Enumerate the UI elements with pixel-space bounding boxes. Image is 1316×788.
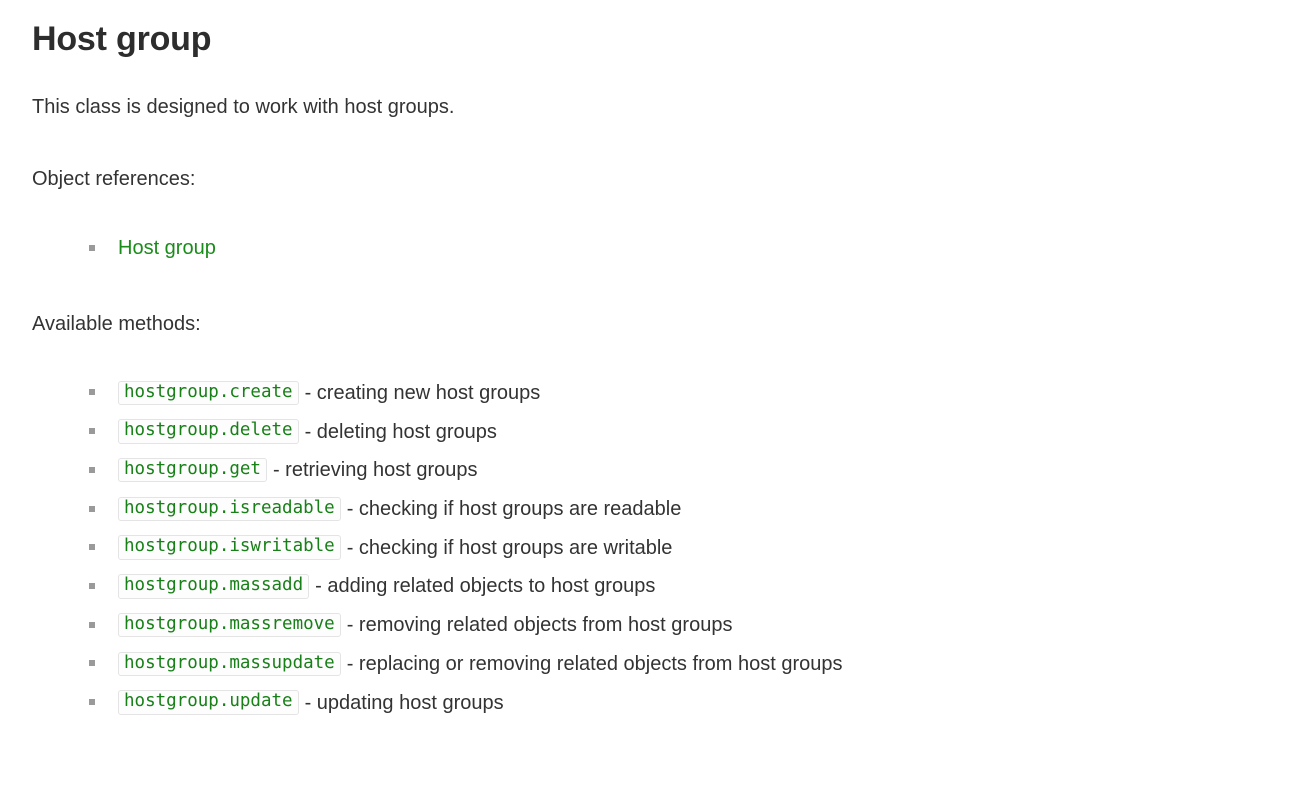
method-code-chip[interactable]: hostgroup.massupdate	[118, 651, 341, 677]
list-item: hostgroup.delete - deleting host groups	[32, 412, 1284, 451]
square-bullet-icon	[89, 505, 95, 512]
square-bullet-icon	[89, 621, 95, 628]
square-bullet-icon	[89, 245, 95, 252]
list-item: hostgroup.isreadable - checking if host g…	[32, 489, 1284, 528]
list-item: hostgroup.create - creating new host grou…	[32, 373, 1284, 412]
list-item: hostgroup.massadd - adding related object…	[32, 567, 1284, 606]
list-item: hostgroup.massremove - removing related o…	[32, 605, 1284, 644]
method-description: - creating new host groups	[304, 381, 541, 404]
square-bullet-icon	[89, 389, 95, 396]
intro-paragraph: This class is designed to work with host…	[32, 96, 455, 119]
method-code-chip[interactable]: hostgroup.iswritable	[118, 535, 341, 560]
object-references-list: Host group	[32, 193, 1284, 267]
page-title: Host group	[32, 20, 212, 58]
method-code-chip[interactable]: hostgroup.create	[118, 380, 299, 406]
method-code-chip[interactable]: hostgroup.massremove	[118, 612, 341, 638]
square-bullet-icon	[89, 466, 95, 473]
method-description: - updating host groups	[304, 691, 504, 714]
documentation-page: Host group This class is designed to wor…	[0, 0, 1316, 722]
list-item: hostgroup.iswritable - checking if host g…	[32, 528, 1284, 567]
square-bullet-icon	[89, 699, 95, 706]
square-bullet-icon	[89, 544, 95, 551]
method-description: - replacing or removing related objects …	[346, 652, 843, 675]
method-description: - deleting host groups	[304, 420, 497, 443]
available-methods-list: hostgroup.create - creating new host grou…	[32, 338, 1284, 721]
square-bullet-icon	[89, 428, 95, 435]
method-description: - checking if host groups are writable	[346, 536, 673, 559]
method-description: - checking if host groups are readable	[346, 497, 682, 520]
list-item: hostgroup.update - updating host groups	[32, 683, 1284, 722]
method-description: - removing related objects from host gro…	[346, 614, 733, 637]
square-bullet-icon	[89, 660, 95, 667]
list-item: hostgroup.massupdate - replacing or remov…	[32, 644, 1284, 683]
method-code-chip[interactable]: hostgroup.isreadable	[118, 496, 341, 522]
list-item: Host group	[32, 229, 1284, 267]
object-references-heading: Object references:	[32, 168, 196, 191]
available-methods-heading: Available methods:	[32, 313, 201, 336]
method-code-chip[interactable]: hostgroup.update	[118, 690, 299, 715]
object-reference-link[interactable]: Host group	[118, 237, 216, 259]
method-code-chip[interactable]: hostgroup.massadd	[118, 574, 310, 599]
list-item: hostgroup.get - retrieving host groups	[32, 451, 1284, 490]
method-description: - retrieving host groups	[272, 459, 478, 482]
method-code-chip[interactable]: hostgroup.get	[118, 457, 267, 483]
square-bullet-icon	[89, 583, 95, 590]
method-description: - adding related objects to host groups	[315, 575, 656, 598]
method-code-chip[interactable]: hostgroup.delete	[118, 419, 299, 444]
